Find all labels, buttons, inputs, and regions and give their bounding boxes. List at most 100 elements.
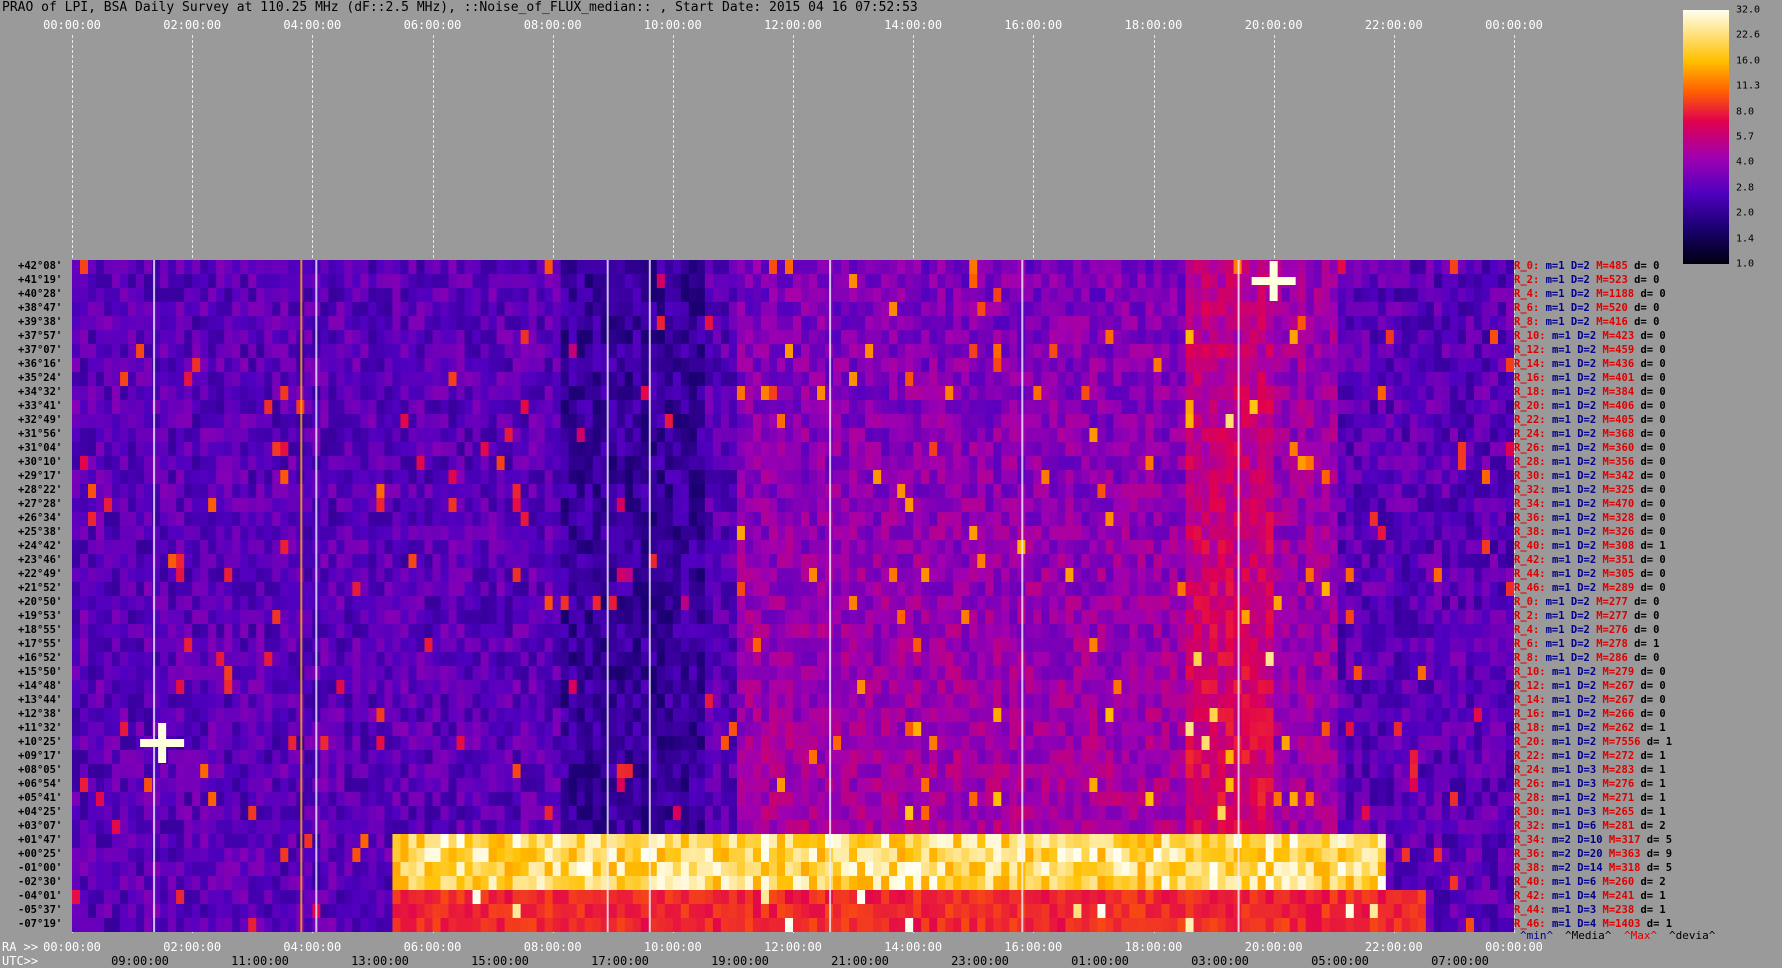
heatmap-cell [160,470,169,485]
heatmap-cell [496,484,506,499]
heatmap-cell [224,400,233,415]
top-tick-label: 14:00:00 [884,18,943,32]
heatmap-cell [1433,372,1443,387]
heatmap-cell [752,428,762,443]
heatmap-cell [1329,442,1339,457]
heatmap-cell [544,554,554,569]
heatmap-cell [1409,596,1419,611]
heatmap-cell [336,540,345,555]
heatmap-cell [88,638,97,653]
heatmap-cell [1345,484,1355,499]
heatmap-cell [80,442,89,457]
heatmap-cell [1353,428,1363,443]
heatmap-cell [392,386,402,401]
heatmap-cell [784,316,794,331]
heatmap-cell [704,484,714,499]
heatmap-cell [1465,554,1475,569]
heatmap-cell [1457,414,1467,429]
heatmap-cell [576,484,586,499]
heatmap-cell [1441,316,1451,331]
heatmap-cell [552,372,562,387]
heatmap-cell [1385,442,1395,457]
heatmap-cell [400,316,410,331]
heatmap-cell [1273,568,1283,583]
heatmap-cell [1121,260,1131,275]
heatmap-cell [368,274,378,289]
heatmap-cell [1481,414,1491,429]
heatmap-cell [1105,316,1115,331]
heatmap-cell [1193,414,1203,429]
heatmap-cell [1305,596,1315,611]
heatmap-cell [464,274,474,289]
heatmap-cell [913,330,922,345]
heatmap-cell [1209,330,1219,345]
heatmap-cell [1033,344,1042,359]
heatmap-cell [1345,414,1355,429]
heatmap-cell [1473,330,1483,345]
heatmap-cell [1297,344,1307,359]
heatmap-cell [144,526,153,541]
heatmap-cell [104,274,113,289]
heatmap-cell [1121,442,1131,457]
heatmap-cell [304,344,313,359]
heatmap-cell [552,386,562,401]
heatmap-cell [144,554,153,569]
heatmap-cell [1201,554,1211,569]
heatmap-cell [977,386,986,401]
heatmap-cell [1385,540,1395,555]
heatmap-cell [128,526,137,541]
heatmap-cell [969,428,978,443]
heatmap-cell [1369,624,1379,639]
heatmap-cell [512,302,522,317]
heatmap-cell [416,470,426,485]
heatmap-cell [536,414,546,429]
heatmap-cell [96,596,105,611]
heatmap-cell [1465,624,1475,639]
heatmap-cell [1225,610,1235,625]
heatmap-cell [776,316,786,331]
heatmap-cell [528,596,538,611]
heatmap-cell [1153,442,1163,457]
heatmap-cell [384,498,394,513]
heatmap-cell [961,386,970,401]
heatmap-cell [849,456,858,471]
heatmap-cell [272,512,281,527]
heatmap-cell [1297,610,1307,625]
heatmap-cell [993,316,1002,331]
heatmap-cell [200,330,209,345]
heatmap-cell [873,302,882,317]
heatmap-cell [680,302,690,317]
heatmap-cell [624,386,634,401]
heatmap-cell [520,274,530,289]
heatmap-cell [536,484,546,499]
heatmap-cell [352,610,361,625]
heatmap-cell [248,554,257,569]
heatmap-cell [1001,554,1010,569]
heatmap-cell [496,498,506,513]
heatmap-cell [536,526,546,541]
heatmap-cell [1153,470,1163,485]
heatmap-cell [288,414,297,429]
heatmap-cell [1489,344,1499,359]
heatmap-cell [192,414,201,429]
heatmap-cell [80,330,89,345]
heatmap-cell [768,624,778,639]
heatmap-cell [176,568,185,583]
heatmap-cell [1345,442,1355,457]
heatmap-cell [1185,484,1195,499]
heatmap-cell [1345,456,1355,471]
heatmap-cell [1073,260,1082,275]
heatmap-cell [728,302,738,317]
heatmap-cell [488,414,498,429]
heatmap-cell [1065,610,1074,625]
heatmap-cell [496,540,506,555]
heatmap-cell [416,512,426,527]
heatmap-cell [865,302,874,317]
heatmap-cell [176,470,185,485]
heatmap-cell [1209,400,1219,415]
heatmap-cell [841,540,850,555]
heatmap-cell [801,428,810,443]
heatmap-cell [817,512,826,527]
heatmap-cell [256,596,265,611]
heatmap-cell [240,386,249,401]
